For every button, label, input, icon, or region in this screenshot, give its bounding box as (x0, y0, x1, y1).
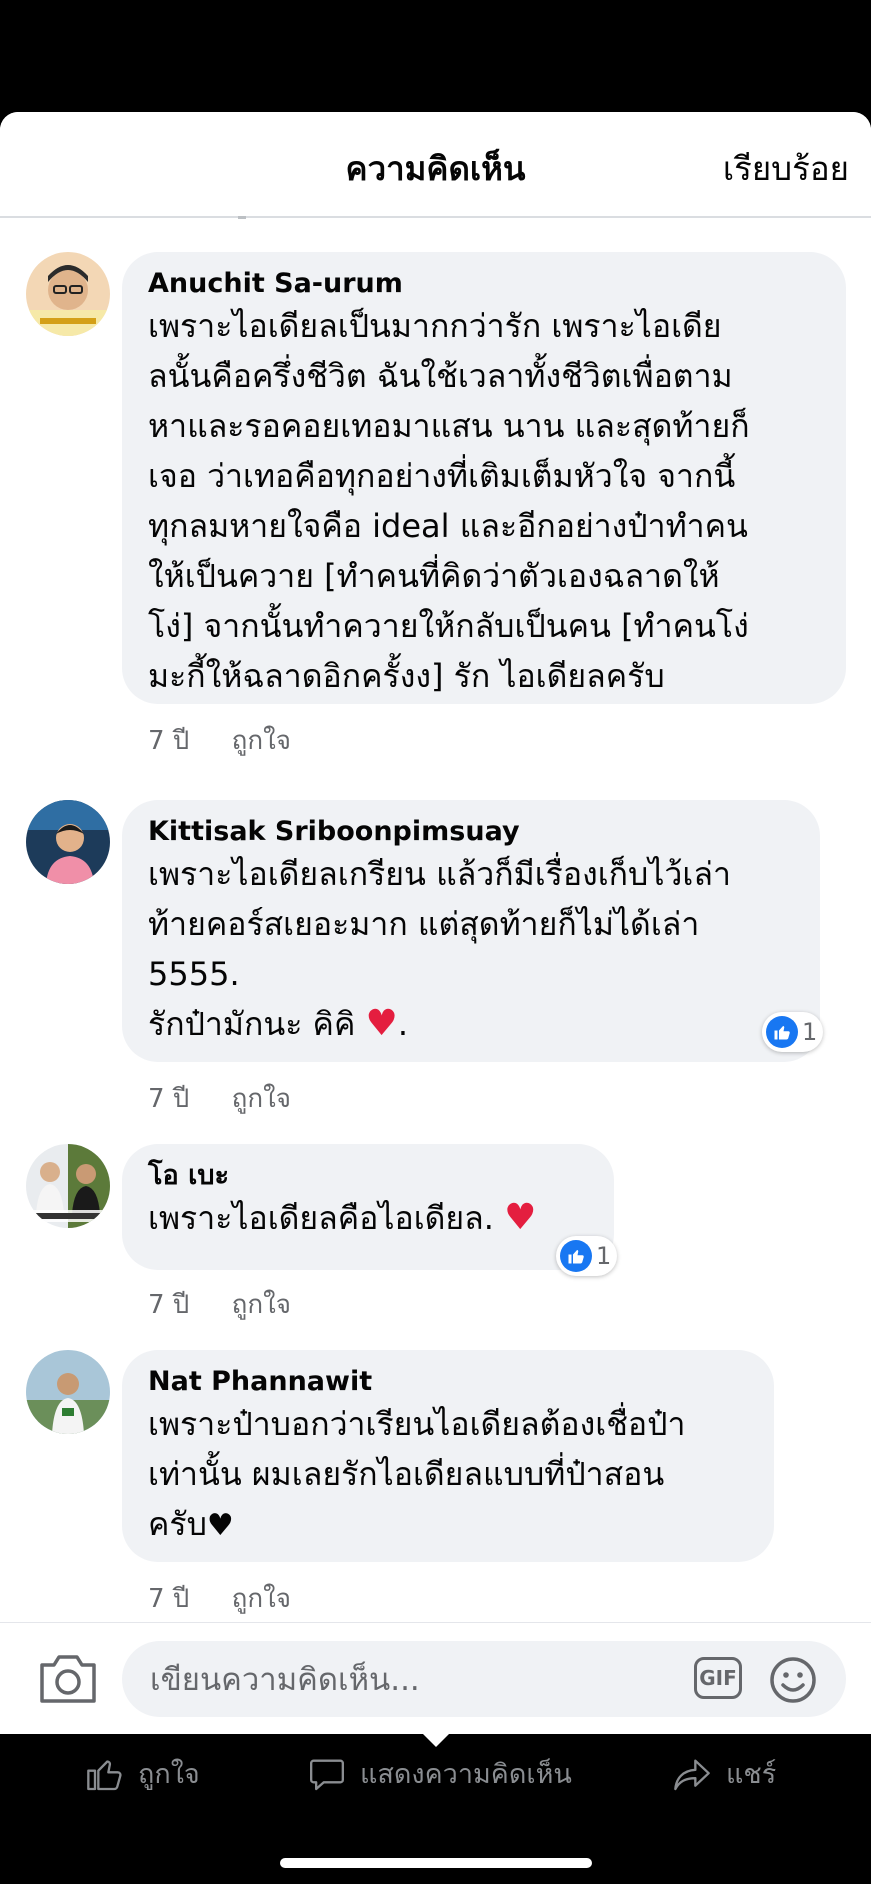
comment-line: ทุกลมหายใจคือ ideal และอีกอย่างป๋าทำคน (148, 507, 748, 545)
black-heart-icon: ♥ (206, 1508, 234, 1543)
post-action-bar: ถูกใจ แสดงความคิดเห็น แชร์ (0, 1733, 871, 1884)
comment-bubble: Kittisak Sriboonpimsuay เพราะไอเดียลเกรี… (122, 800, 820, 1062)
comment-text: เพราะไอเดียลเป็นมากกว่ารัก เพราะไอเดีย ล… (148, 301, 820, 701)
like-comment-button[interactable]: ถูกใจ (232, 1084, 291, 1114)
comment-line-text: ครับ (148, 1505, 207, 1543)
gif-icon[interactable]: GIF (694, 1657, 742, 1699)
done-button[interactable]: เรียบร้อย (723, 142, 849, 195)
comment-label: แสดงความคิดเห็น (360, 1759, 572, 1790)
share-icon (674, 1759, 710, 1790)
comment-icon (310, 1759, 344, 1790)
comment-line: เท่านั้น ผมเลยรักไอเดียลแบบที่ป๋าสอน (148, 1455, 665, 1493)
home-indicator (280, 1858, 592, 1868)
share-button[interactable]: แชร์ (670, 1752, 776, 1795)
comment-bubble: Nat Phannawit เพราะป๋าบอกว่าเรียนไอเดียล… (122, 1350, 774, 1562)
comment-author[interactable]: โอ เบะ (148, 1159, 588, 1193)
comment-line: เจอ ว่าเทอคือทุกอย่างที่เติมเต็มหัวใจ จา… (148, 457, 736, 495)
comment-line: รักป๋ามักนะ คิคิ ♥. (148, 999, 794, 1049)
comment-meta: 7 ปี ถูกใจ (148, 720, 291, 761)
comment-line-text: รักป๋ามักนะ คิคิ (148, 1005, 356, 1043)
comments-sheet: ความคิดเห็น เรียบร้อย Anuchit Sa-urum เพ… (0, 112, 871, 1734)
thumbs-up-icon (87, 1759, 122, 1790)
comment-line: เพราะไอเดียลเกรียน แล้วก็มีเรื่องเก็บไว้… (148, 855, 731, 893)
avatar[interactable] (26, 1350, 110, 1434)
comment-line: หาและรอคอยเทอมาแสน นาน และสุดท้ายก็ (148, 407, 750, 445)
comment-time: 7 ปี (148, 1584, 190, 1614)
comment-button[interactable]: แสดงความคิดเห็น (306, 1752, 572, 1795)
camera-icon[interactable] (38, 1651, 98, 1705)
comment-line: เพราะป๋าบอกว่าเรียนไอเดียลต้องเชื่อป๋า (148, 1405, 686, 1443)
comment-line: โง่] จากนั้นทำควายให้กลับเป็นคน [ทำคนโง่ (148, 607, 749, 645)
comment-author[interactable]: Nat Phannawit (148, 1365, 748, 1399)
comment-meta: 7 ปี ถูกใจ (148, 1284, 291, 1325)
avatar[interactable] (26, 800, 110, 884)
comment-text: เพราะไอเดียลคือไอเดียล. ♥ (148, 1193, 588, 1243)
comment-line: 5555. (148, 955, 240, 993)
reaction-count: 1 (596, 1242, 612, 1270)
status-bar (0, 0, 871, 112)
emoji-icon[interactable] (768, 1655, 818, 1705)
comment-line: เพราะไอเดียลคือไอเดียล. ♥ (148, 1193, 588, 1243)
heart-icon: ♥ (504, 1197, 537, 1238)
comment-trailing: . (397, 1005, 408, 1043)
comment-input-container: GIF (122, 1641, 846, 1717)
comment-input[interactable] (148, 1655, 672, 1705)
comment-line: ครับ♥ (148, 1499, 748, 1551)
reaction-summary[interactable]: 1 (762, 1012, 824, 1052)
like-button[interactable]: ถูกใจ (84, 1752, 200, 1795)
comment-author[interactable]: Kittisak Sriboonpimsuay (148, 815, 794, 849)
like-reaction-icon (560, 1240, 592, 1272)
like-label: ถูกใจ (138, 1759, 200, 1790)
reaction-count: 1 (802, 1018, 818, 1046)
like-comment-button[interactable]: ถูกใจ (232, 1290, 291, 1320)
comment-time: 7 ปี (148, 726, 190, 756)
comment-line: เพราะไอเดียลเป็นมากกว่ารัก เพราะไอเดีย (148, 307, 722, 345)
like-comment-button[interactable]: ถูกใจ (232, 726, 291, 756)
comment-bubble: Anuchit Sa-urum เพราะไอเดียลเป็นมากกว่าร… (122, 252, 846, 704)
comment-line-text: เพราะไอเดียลคือไอเดียล. (148, 1199, 494, 1237)
comment-text: เพราะไอเดียลเกรียน แล้วก็มีเรื่องเก็บไว้… (148, 849, 794, 1049)
comment-meta: 7 ปี ถูกใจ (148, 1578, 291, 1619)
comment-meta: 7 ปี ถูกใจ (148, 1078, 291, 1119)
comment-text: เพราะป๋าบอกว่าเรียนไอเดียลต้องเชื่อป๋า เ… (148, 1399, 748, 1551)
comment-line: ท้ายคอร์สเยอะมาก แต่สุดท้ายก็ไม่ได้เล่า (148, 905, 700, 943)
like-comment-button[interactable]: ถูกใจ (232, 1584, 291, 1614)
comment-bubble: โอ เบะ เพราะไอเดียลคือไอเดียล. ♥ (122, 1144, 614, 1270)
comment-line: ให้เป็นควาย [ทำคนที่คิดว่าตัวเองฉลาดให้ (148, 557, 720, 595)
comment-line: มะกี้ให้ฉลาดอิกครั้งง] รัก ไอเดียลครับ (148, 657, 665, 695)
comment-composer: GIF (0, 1622, 871, 1734)
avatar[interactable] (26, 1144, 110, 1228)
comment-time: 7 ปี (148, 1290, 190, 1320)
avatar[interactable] (26, 252, 110, 336)
heart-icon: ♥ (365, 1003, 398, 1044)
scroll-hint (238, 216, 246, 219)
active-pointer (422, 1733, 450, 1747)
share-label: แชร์ (726, 1759, 777, 1790)
comment-time: 7 ปี (148, 1084, 190, 1114)
reaction-summary[interactable]: 1 (556, 1236, 618, 1276)
like-reaction-icon (766, 1016, 798, 1048)
comment-line: ลนั้นคือครึ่งชีวิต ฉันใช้เวลาทั้งชีวิตเพ… (148, 357, 733, 395)
sheet-header: ความคิดเห็น เรียบร้อย (0, 112, 871, 218)
comment-author[interactable]: Anuchit Sa-urum (148, 267, 820, 301)
